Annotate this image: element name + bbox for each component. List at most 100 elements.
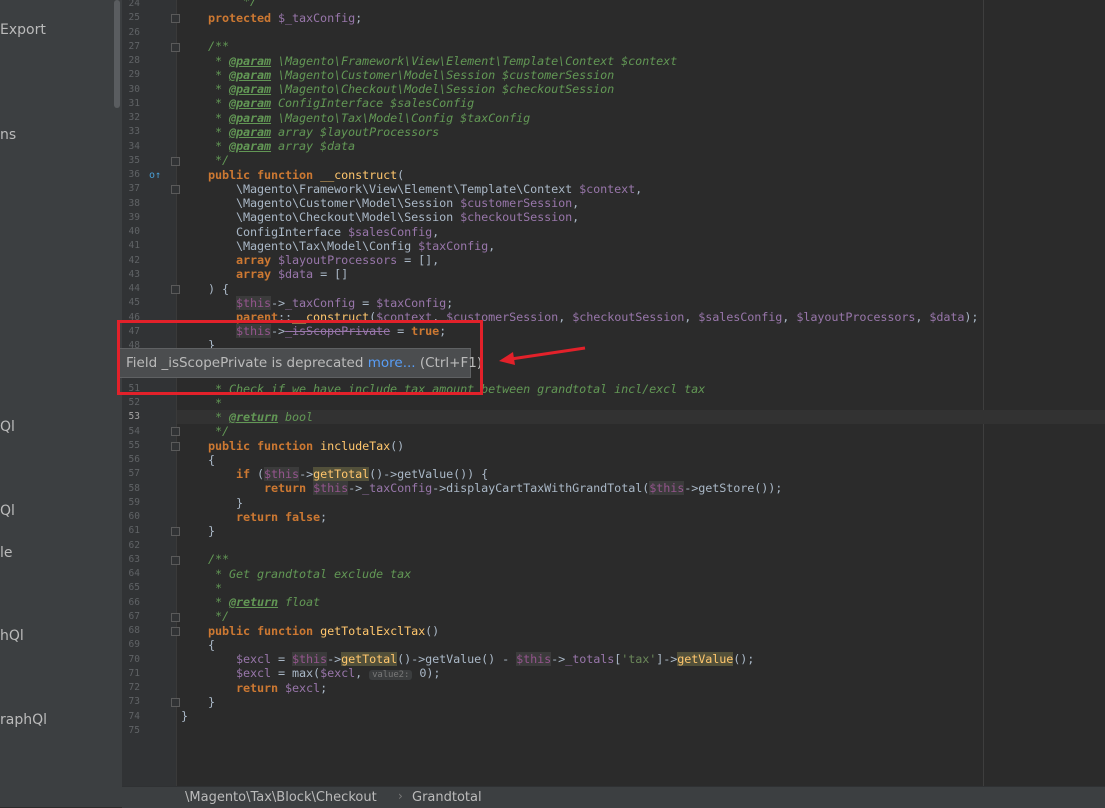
line-number[interactable]: 55	[122, 439, 140, 453]
line-number[interactable]: 31	[122, 97, 140, 111]
line-number[interactable]: 62	[122, 539, 140, 553]
fold-marker[interactable]	[171, 556, 180, 565]
sidebar-item[interactable]: raphQl	[0, 712, 47, 728]
line-number[interactable]: 30	[122, 83, 140, 97]
code-line[interactable]: */	[208, 0, 257, 8]
code-line[interactable]: }	[208, 524, 215, 538]
line-number[interactable]: 24	[122, 0, 140, 11]
line-number[interactable]: 33	[122, 125, 140, 139]
fold-marker[interactable]	[171, 613, 180, 622]
code-line[interactable]: ConfigInterface $salesConfig,	[208, 225, 439, 239]
line-number[interactable]: 73	[122, 695, 140, 709]
code-line[interactable]: }	[208, 496, 243, 510]
sidebar-item[interactable]: Ql	[0, 419, 15, 435]
line-number[interactable]: 65	[122, 581, 140, 595]
line-number[interactable]: 56	[122, 453, 140, 467]
line-number[interactable]: 60	[122, 510, 140, 524]
line-number[interactable]: 40	[122, 225, 140, 239]
sidebar-scrollbar[interactable]	[114, 0, 120, 108]
code-line[interactable]: * @param \Magento\Checkout\Model\Session…	[208, 82, 614, 96]
line-number[interactable]: 74	[122, 710, 140, 724]
line-number[interactable]: 59	[122, 496, 140, 510]
code-line[interactable]: \Magento\Framework\View\Element\Template…	[208, 182, 642, 196]
code-line[interactable]: * @param \Magento\Tax\Model\Config $taxC…	[208, 111, 530, 125]
code-line[interactable]: * @param \Magento\Framework\View\Element…	[208, 54, 677, 68]
line-number[interactable]: 66	[122, 596, 140, 610]
code-line[interactable]: {	[208, 638, 215, 652]
code-line[interactable]: *	[208, 581, 222, 595]
code-line[interactable]: * @return float	[208, 595, 320, 609]
code-line[interactable]: public function getTotalExclTax()	[208, 624, 439, 638]
line-number[interactable]: 67	[122, 610, 140, 624]
fold-marker[interactable]	[171, 14, 180, 23]
code-line[interactable]: \Magento\Customer\Model\Session $custome…	[208, 196, 579, 210]
line-number[interactable]: 26	[122, 26, 140, 40]
line-number[interactable]: 25	[122, 11, 140, 25]
line-number[interactable]: 41	[122, 239, 140, 253]
line-number[interactable]: 61	[122, 524, 140, 538]
breadcrumb-class[interactable]: Grandtotal	[412, 790, 482, 805]
code-line[interactable]: * @return bool	[208, 410, 313, 424]
code-line[interactable]: */	[208, 424, 229, 438]
code-line[interactable]: */	[208, 609, 229, 623]
line-number[interactable]: 57	[122, 467, 140, 481]
code-line[interactable]: if ($this->getTotal()->getValue()) {	[208, 467, 488, 481]
code-line[interactable]: /**	[208, 552, 229, 566]
fold-marker[interactable]	[171, 157, 180, 166]
code-line[interactable]: protected $_taxConfig;	[208, 11, 362, 25]
fold-marker[interactable]	[171, 285, 180, 294]
line-number[interactable]: 68	[122, 624, 140, 638]
fold-marker[interactable]	[171, 627, 180, 636]
code-line[interactable]: * @param array $layoutProcessors	[208, 125, 439, 139]
code-line[interactable]: ) {	[208, 282, 229, 296]
code-line[interactable]: array $data = []	[208, 267, 348, 281]
code-line[interactable]: return $excl;	[208, 681, 327, 695]
code-line[interactable]: $this->_taxConfig = $taxConfig;	[208, 296, 453, 310]
line-number[interactable]: 28	[122, 54, 140, 68]
line-number[interactable]: 37	[122, 182, 140, 196]
line-number[interactable]: 34	[122, 140, 140, 154]
line-number[interactable]: 43	[122, 268, 140, 282]
line-number[interactable]: 44	[122, 282, 140, 296]
code-line[interactable]: /**	[208, 39, 229, 53]
code-line[interactable]: return $this->_taxConfig->displayCartTax…	[208, 481, 782, 495]
override-method-icon[interactable]: o↑	[149, 170, 161, 181]
line-number[interactable]: 45	[122, 296, 140, 310]
breadcrumb-path[interactable]: \Magento\Tax\Block\Checkout	[185, 790, 377, 805]
project-sidebar[interactable]: Export ns Ql Ql le hQl raphQl	[0, 0, 122, 807]
line-number[interactable]: 69	[122, 638, 140, 652]
line-number[interactable]: 52	[122, 396, 140, 410]
line-number[interactable]: 42	[122, 254, 140, 268]
code-line[interactable]: * Get grandtotal exclude tax	[208, 567, 411, 581]
code-line[interactable]: * @param array $data	[208, 139, 355, 153]
code-line[interactable]: \Magento\Checkout\Model\Session $checkou…	[208, 210, 579, 224]
code-line[interactable]: $excl = $this->getTotal()->getValue() - …	[208, 652, 754, 666]
code-line[interactable]: * @param \Magento\Customer\Model\Session…	[208, 68, 614, 82]
sidebar-item[interactable]: ns	[0, 127, 16, 143]
sidebar-item[interactable]: Export	[0, 22, 46, 38]
fold-marker[interactable]	[171, 527, 180, 536]
fold-marker[interactable]	[171, 427, 180, 436]
fold-marker[interactable]	[171, 43, 180, 52]
code-line[interactable]: $excl = max($excl, value2: 0);	[208, 666, 440, 680]
line-number[interactable]: 70	[122, 653, 140, 667]
line-number[interactable]: 39	[122, 211, 140, 225]
line-number[interactable]: 32	[122, 111, 140, 125]
sidebar-item[interactable]: hQl	[0, 628, 24, 644]
line-number[interactable]: 63	[122, 553, 140, 567]
code-line[interactable]: public function includeTax()	[208, 439, 404, 453]
line-number[interactable]: 29	[122, 68, 140, 82]
code-line[interactable]: }	[181, 709, 188, 723]
line-number[interactable]: 53	[122, 410, 140, 424]
line-number[interactable]: 27	[122, 40, 140, 54]
line-number[interactable]: 35	[122, 154, 140, 168]
code-line[interactable]: {	[208, 453, 215, 467]
line-number[interactable]: 72	[122, 681, 140, 695]
line-number[interactable]: 54	[122, 425, 140, 439]
code-line[interactable]: }	[208, 695, 215, 709]
line-number[interactable]: 38	[122, 197, 140, 211]
sidebar-item[interactable]: Ql	[0, 503, 15, 519]
code-line[interactable]: array $layoutProcessors = [],	[208, 253, 439, 267]
code-line[interactable]: *	[208, 396, 222, 410]
code-line[interactable]: */	[208, 153, 229, 167]
